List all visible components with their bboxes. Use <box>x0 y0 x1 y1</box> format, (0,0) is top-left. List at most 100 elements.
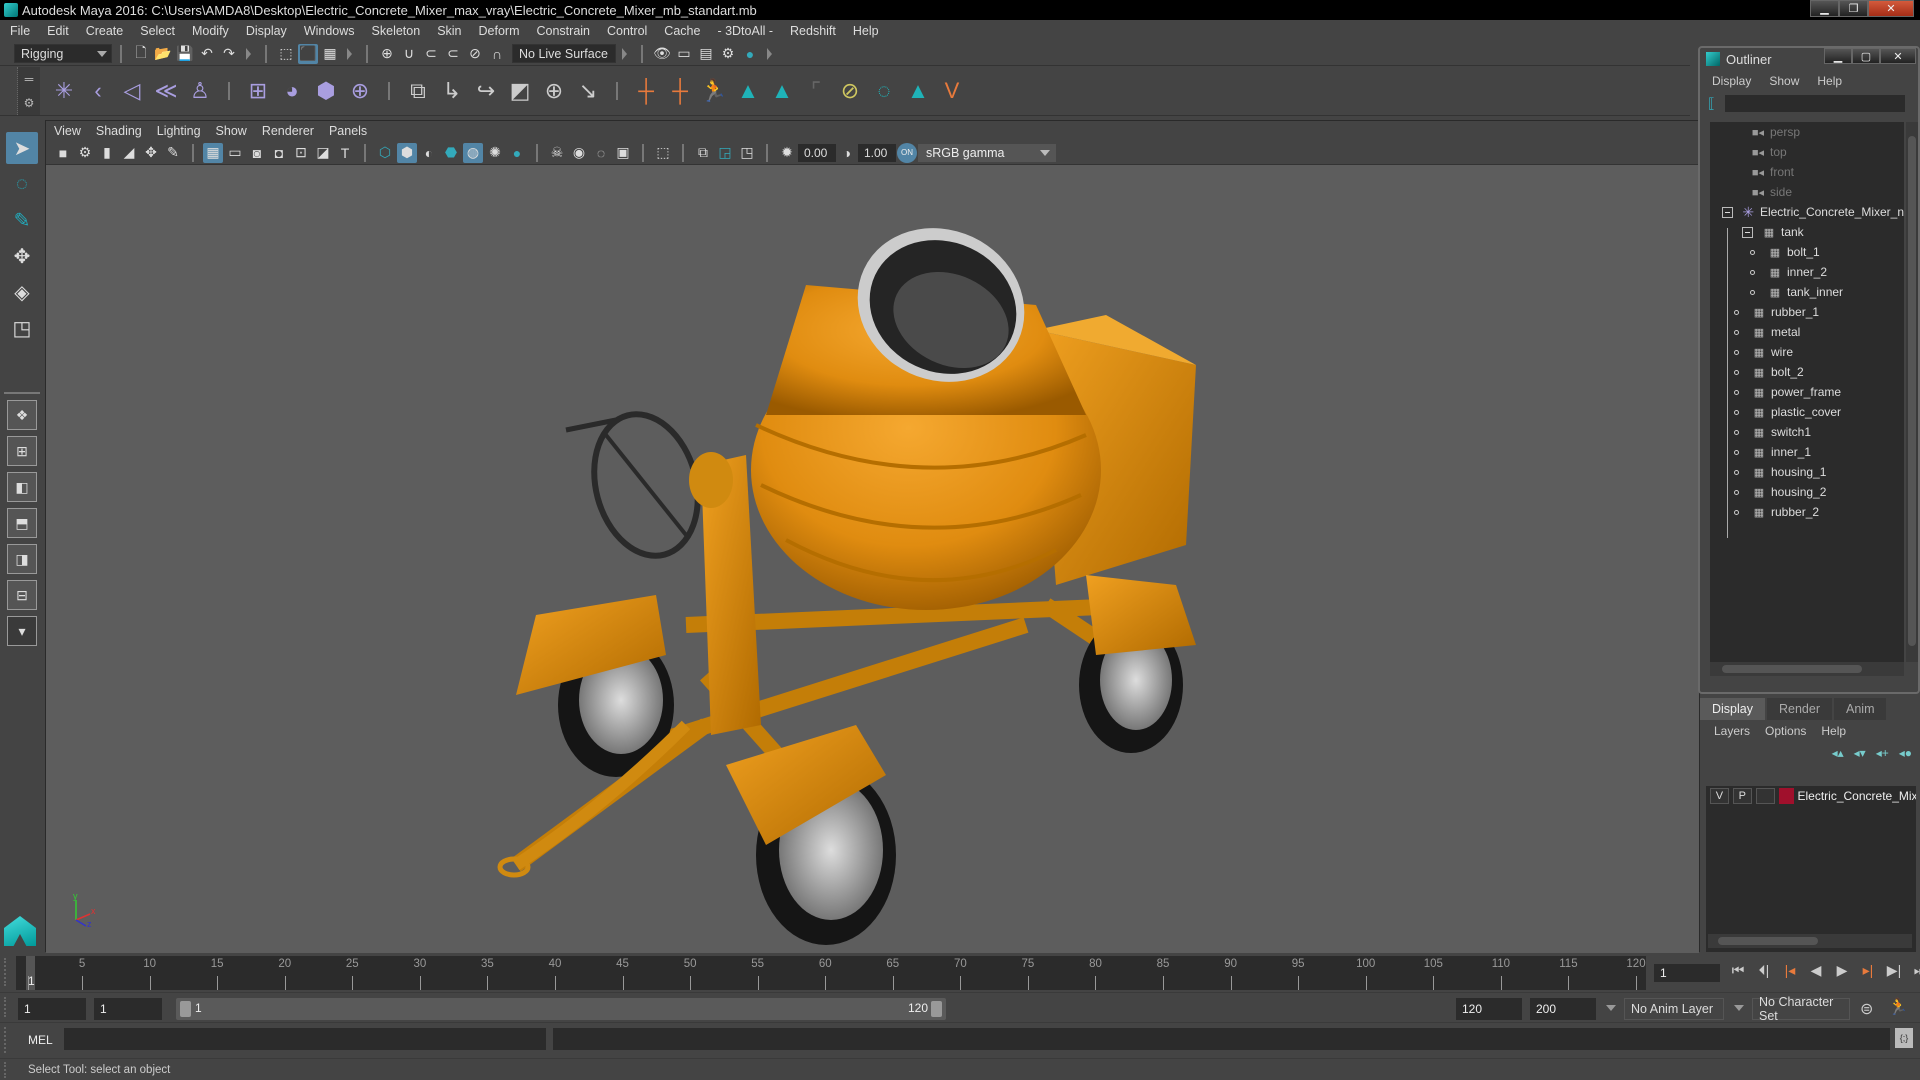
outliner-item[interactable]: ▦ rubber_1 <box>1710 302 1904 322</box>
motion-blur-icon[interactable]: ◉ <box>569 143 589 163</box>
concrete-mixer-model[interactable] <box>46 165 1699 953</box>
filter-toggle-icon[interactable]: ⟦ <box>1708 95 1715 112</box>
live-surface-field[interactable]: No Live Surface <box>512 44 616 63</box>
character-set-dropdown[interactable]: No Character Set <box>1752 995 1850 1023</box>
aim-constraint-icon[interactable]: ⊕ <box>540 77 568 105</box>
open-scene-icon[interactable]: 📂 <box>153 44 173 64</box>
gamma-field[interactable]: 1.00 <box>858 143 896 162</box>
auto-key-icon[interactable]: ⊜ <box>1860 999 1873 1019</box>
outliner-vertical-scrollbar[interactable] <box>1906 122 1918 662</box>
xray-components-icon[interactable]: ◳ <box>737 143 757 163</box>
outliner-item[interactable]: ▦ housing_1 <box>1710 462 1904 482</box>
current-frame-field[interactable]: 1 <box>1654 964 1720 982</box>
insert-joint-icon[interactable]: ≪ <box>152 77 180 105</box>
outliner-item[interactable]: ▦ tank_inner <box>1710 282 1904 302</box>
outliner-search-input[interactable] <box>1724 94 1905 112</box>
hypershade-persp-icon[interactable]: ◨ <box>7 544 37 574</box>
outliner-item[interactable]: ▦ rubber_2 <box>1710 502 1904 522</box>
grease-pencil-icon[interactable]: ✎ <box>163 143 183 163</box>
outliner-maximize-button[interactable]: ▢ <box>1852 48 1880 64</box>
snap-magnet-icon[interactable]: ∩ <box>487 44 507 64</box>
menu-cache[interactable]: Cache <box>664 24 700 38</box>
outliner-horizontal-scrollbar[interactable] <box>1710 662 1904 676</box>
move-layer-up-icon[interactable]: ◂▴ <box>1832 746 1844 760</box>
display-type-toggle[interactable] <box>1755 788 1775 804</box>
menu-help[interactable]: Help <box>853 24 879 38</box>
menu-3dtoall[interactable]: - 3DtoAll - <box>717 24 773 38</box>
snap-live-icon[interactable]: ⊘ <box>465 44 485 64</box>
outliner-item[interactable]: ▦ bolt_2 <box>1710 362 1904 382</box>
menu-redshift[interactable]: Redshift <box>790 24 836 38</box>
step-back-frame-icon[interactable]: |◂ <box>1780 962 1800 979</box>
scrollbar-thumb[interactable] <box>1722 665 1862 673</box>
outliner-persp-icon[interactable]: ◧ <box>7 472 37 502</box>
rotate-tool-icon[interactable]: ◈ <box>6 276 38 308</box>
persp-graph-icon[interactable]: ⬒ <box>7 508 37 538</box>
playback-end-field[interactable]: 120 <box>1456 998 1522 1020</box>
panel-menu-lighting[interactable]: Lighting <box>157 124 201 138</box>
select-object-icon[interactable]: ⬛ <box>298 43 318 64</box>
render-frame-icon[interactable]: ▭ <box>674 44 694 64</box>
character-icon[interactable]: 🏃 <box>700 77 728 105</box>
range-end-handle[interactable] <box>931 1001 942 1017</box>
outliner-minimize-button[interactable]: ▁ <box>1824 48 1852 64</box>
field-chart-icon[interactable]: ⊡ <box>291 143 311 163</box>
play-forward-icon[interactable]: ▶ <box>1832 962 1852 979</box>
image-plane-icon[interactable]: ◢ <box>119 143 139 163</box>
layer-name[interactable]: Electric_Concrete_Mixe <box>1798 789 1917 803</box>
menu-modify[interactable]: Modify <box>192 24 229 38</box>
maya-logo-icon-2[interactable]: ▲ <box>768 77 796 105</box>
wireframe-on-shaded-icon[interactable]: ⬣ <box>441 143 461 163</box>
layer-color-swatch[interactable] <box>1778 788 1794 804</box>
outliner-item[interactable]: ▦ switch1 <box>1710 422 1904 442</box>
view-transform-dropdown[interactable]: sRGB gamma <box>918 143 1056 162</box>
humanik-icon[interactable]: ♙ <box>186 77 214 105</box>
point-constraint-icon[interactable]: ↳ <box>438 77 466 105</box>
save-scene-icon[interactable]: 💾 <box>175 44 195 64</box>
collapse-toggle-icon[interactable] <box>1722 206 1733 218</box>
move-tool-icon[interactable]: ✥ <box>6 240 38 272</box>
playback-start-field[interactable]: 1 <box>94 998 162 1020</box>
resolution-gate-icon[interactable]: ◙ <box>247 143 267 163</box>
outliner-menu-display[interactable]: Display <box>1712 74 1751 88</box>
grip-handle[interactable] <box>4 997 10 1017</box>
lasso-tool-icon[interactable]: ◌ <box>6 168 38 200</box>
step-back-key-icon[interactable]: ⏴| <box>1754 962 1774 979</box>
scrollbar-thumb[interactable] <box>1908 136 1916 646</box>
tab-anim[interactable]: Anim <box>1834 698 1887 720</box>
outliner-item[interactable]: ▦ inner_1 <box>1710 442 1904 462</box>
outliner-item[interactable]: ▦ power_frame <box>1710 382 1904 402</box>
joint-tool-icon[interactable]: ✳ <box>50 77 78 105</box>
panel-menu-shading[interactable]: Shading <box>96 124 142 138</box>
xray-joints-icon[interactable]: ◲ <box>715 143 735 163</box>
shelf-settings-icon[interactable]: ⚙ <box>24 96 35 110</box>
go-to-end-icon[interactable]: ⏭ <box>1910 962 1920 979</box>
outliner-title-bar[interactable]: Outliner ▁ ▢ ✕ <box>1700 48 1918 70</box>
scale-tool-icon[interactable]: ◳ <box>6 312 38 344</box>
3d-scene[interactable]: y x z persp <box>46 165 1699 953</box>
render-view-icon[interactable]: 👁 <box>652 44 672 64</box>
depth-of-field-icon[interactable]: ▣ <box>613 143 633 163</box>
time-slider-track[interactable]: 1 5 10 15 20 25 30 35 40 45 50 55 60 65 70 75 80 85 90 95 1… <box>16 956 1646 990</box>
ik-spline-icon[interactable]: ◁ <box>118 77 146 105</box>
undo-icon[interactable]: ↶ <box>197 44 217 64</box>
grip-handle[interactable] <box>4 1062 10 1078</box>
visibility-toggle[interactable]: V <box>1710 788 1729 804</box>
paint-select-icon[interactable]: ✎ <box>6 204 38 236</box>
vertex-icon[interactable]: V <box>938 77 966 105</box>
minimize-button[interactable]: ▁ <box>1810 0 1839 17</box>
new-scene-icon[interactable]: 🗋 <box>131 44 151 64</box>
chevron-down-icon[interactable] <box>1734 1005 1744 1011</box>
chevron-down-icon[interactable] <box>1606 1005 1616 1011</box>
new-layer-icon[interactable]: ◂+ <box>1876 746 1889 760</box>
playback-toggle[interactable]: P <box>1732 788 1752 804</box>
collapse-arrow-icon[interactable] <box>622 47 627 60</box>
step-forward-frame-icon[interactable]: ▸| <box>1858 962 1878 979</box>
more-layouts-icon[interactable]: ▾ <box>7 616 37 646</box>
script-language-label[interactable]: MEL <box>28 1033 53 1047</box>
2d-pan-zoom-icon[interactable]: ✥ <box>141 143 161 163</box>
outliner-item[interactable]: ▦ metal <box>1710 322 1904 342</box>
redo-icon[interactable]: ↷ <box>219 44 239 64</box>
select-hierarchy-icon[interactable]: ⬚ <box>276 44 296 64</box>
screen-space-ao-icon[interactable]: ☠ <box>547 143 567 163</box>
